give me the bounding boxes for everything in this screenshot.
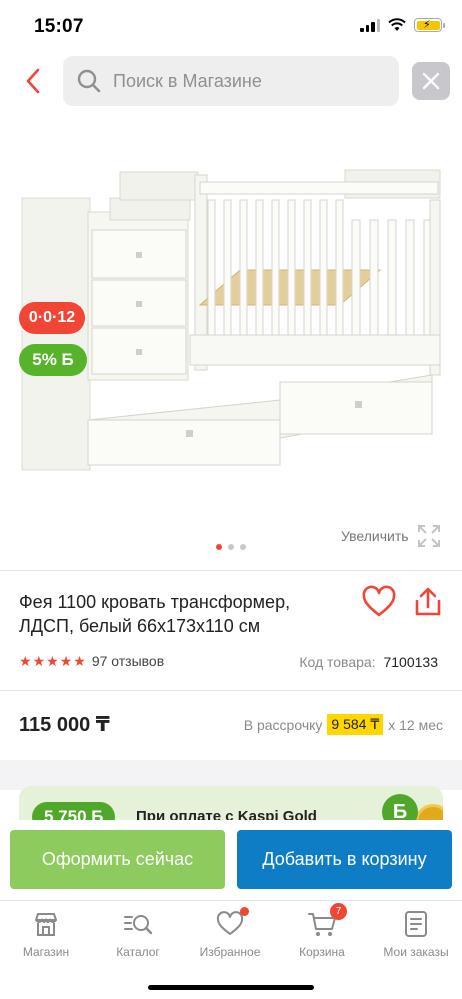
wifi-icon (388, 18, 406, 31)
installment-badge: 0·0·12 (19, 302, 85, 334)
installment-prefix: В рассрочку (243, 716, 323, 733)
installment-suffix: x 12 мес (388, 716, 443, 733)
expand-icon (417, 525, 440, 547)
order-now-button[interactable]: Оформить сейчас (10, 830, 225, 889)
status-time: 15:07 (34, 16, 84, 37)
star-icon: ★ (19, 653, 32, 669)
battery-icon: ⚡ (414, 18, 445, 32)
zoom-label: Увеличить (341, 528, 409, 544)
tab-favorites[interactable]: Избранное (184, 907, 276, 959)
star-icon: ★ (46, 653, 59, 669)
zoom-button[interactable]: Увеличить (341, 524, 441, 548)
tab-label: Магазин (22, 945, 70, 959)
tab-label: Избранное (199, 945, 261, 959)
product-code-label: Код товара: (299, 654, 376, 670)
tab-label: Каталог (116, 945, 160, 959)
search-input[interactable]: Поиск в Магазине (63, 56, 399, 106)
star-icon: ★ (73, 653, 86, 669)
product-code: Код товара: 7100133 (299, 654, 438, 670)
gallery-pagination (216, 544, 246, 550)
gallery-dot-3[interactable] (240, 544, 246, 550)
star-icon: ★ (32, 653, 46, 669)
tab-catalog[interactable]: Каталог (92, 909, 184, 959)
rating-stars: ★ ★ ★ ★ ★ (19, 653, 86, 669)
tab-label: Корзина (299, 945, 345, 959)
search-header: Поиск в Магазине (0, 54, 462, 110)
rating-row[interactable]: ★ ★ ★ ★ ★ 97 отзывов (19, 653, 164, 669)
cart-icon: 7 (307, 903, 347, 939)
heart-icon (362, 585, 396, 617)
status-icons: ⚡ (360, 18, 445, 32)
cellular-signal-icon (360, 18, 380, 32)
catalog-search-icon (123, 909, 153, 939)
close-button[interactable] (412, 62, 450, 100)
bonus-badge: 5% Б (19, 344, 87, 376)
gallery-dot-2[interactable] (228, 544, 234, 550)
tab-cart[interactable]: 7 Корзина (276, 903, 368, 959)
search-icon (75, 67, 103, 95)
back-button[interactable] (18, 64, 48, 98)
tab-orders[interactable]: Мои заказы (370, 909, 462, 959)
star-icon: ★ (59, 653, 73, 669)
home-indicator[interactable] (148, 985, 314, 990)
crib-illustration (21, 169, 441, 471)
divider (0, 690, 462, 691)
gallery-dot-1[interactable] (216, 544, 222, 550)
divider (0, 570, 462, 571)
reviews-link[interactable]: 97 отзывов (92, 653, 164, 669)
action-bar: Оформить сейчас Добавить в корзину (0, 820, 462, 902)
tab-store[interactable]: Магазин (0, 909, 92, 959)
share-icon (415, 587, 441, 616)
search-placeholder: Поиск в Магазине (113, 70, 262, 91)
notification-dot (240, 907, 249, 916)
product-code-value: 7100133 (383, 654, 438, 670)
chevron-left-icon (26, 68, 40, 94)
product-image[interactable] (0, 120, 462, 560)
product-title: Фея 1100 кровать трансформер, ЛДСП, белы… (19, 592, 291, 636)
cart-count-badge: 7 (330, 903, 347, 920)
installment-info: В рассрочку 9 584 ₸ x 12 мес (244, 714, 443, 735)
favorite-button[interactable] (361, 585, 397, 619)
product-price: 115 000 ₸ (19, 714, 110, 736)
share-button[interactable] (412, 585, 444, 619)
installment-amount: 9 584 ₸ (327, 714, 384, 735)
orders-icon (401, 909, 431, 939)
status-bar: 15:07 ⚡ (0, 0, 462, 54)
close-icon (422, 72, 440, 90)
add-to-cart-button[interactable]: Добавить в корзину (237, 830, 452, 889)
tab-label: Мои заказы (383, 945, 449, 959)
store-icon (31, 909, 61, 939)
heart-icon (215, 907, 249, 939)
